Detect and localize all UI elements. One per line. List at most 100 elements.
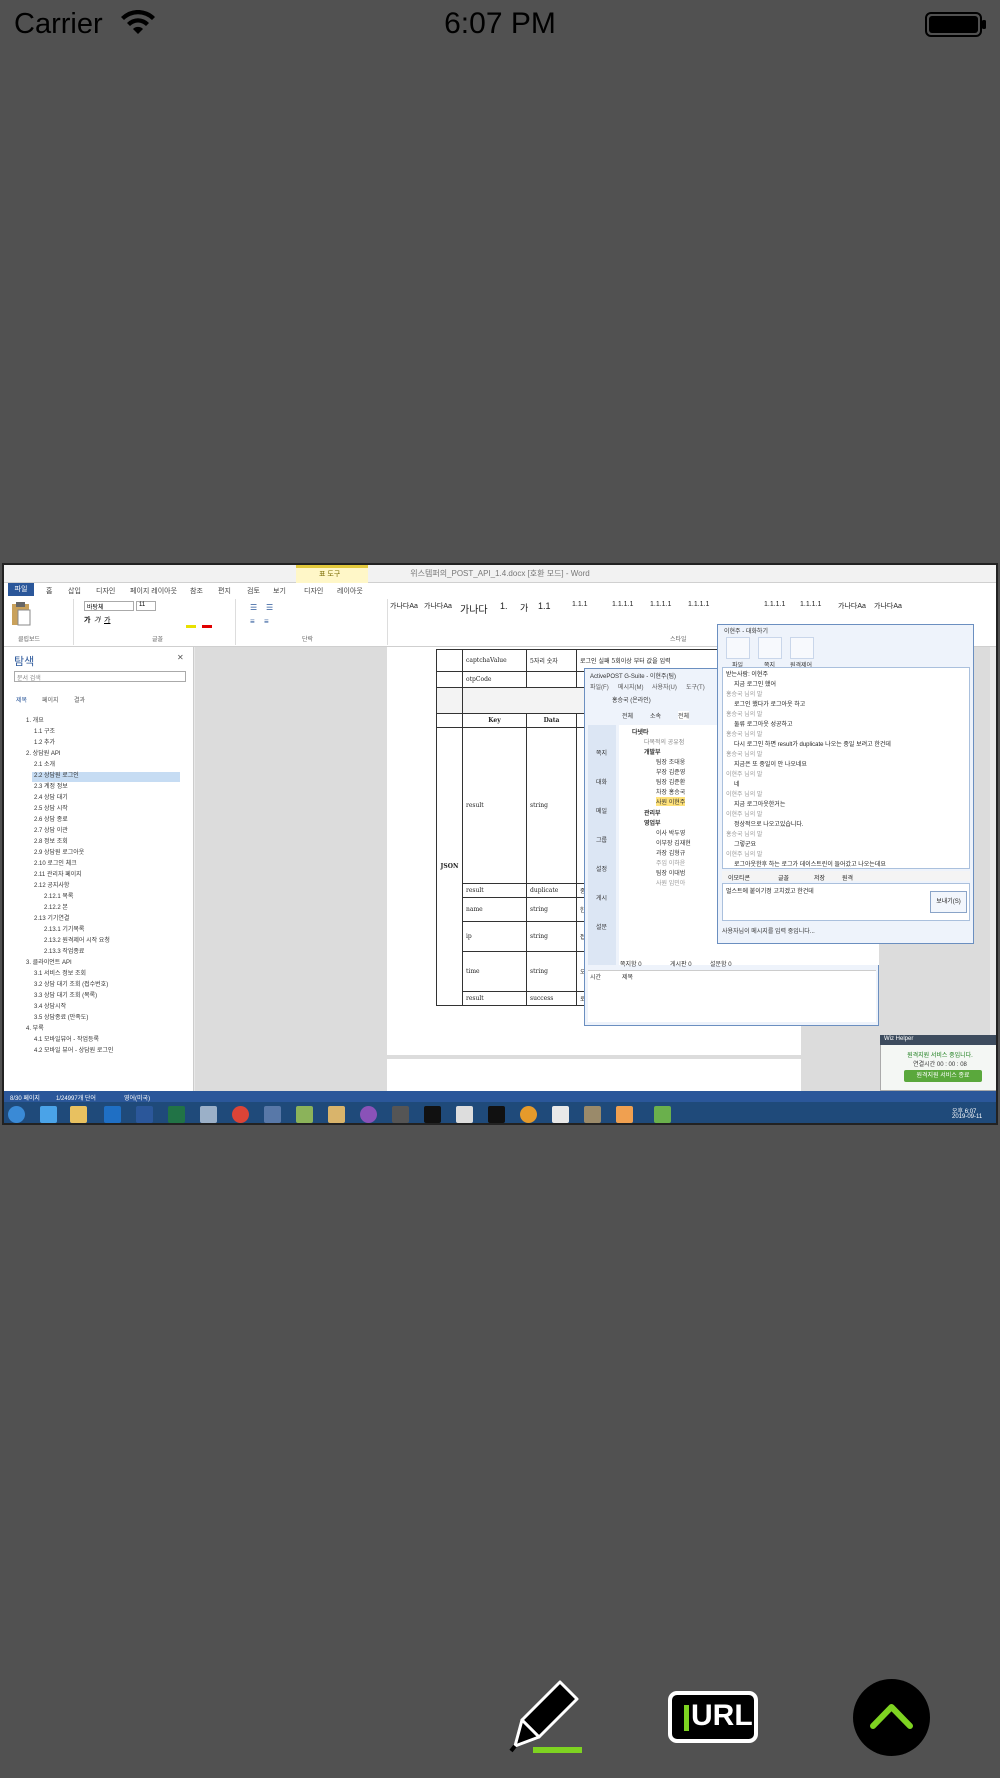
remote-button[interactable]: 원격 xyxy=(842,873,853,882)
nav-item[interactable]: 2.12.2 본 xyxy=(44,902,68,911)
table-header-cell[interactable]: Key xyxy=(462,713,527,728)
remote-control-icon[interactable] xyxy=(790,637,814,659)
table-cell[interactable]: result xyxy=(462,727,527,884)
nav-item[interactable]: 1. 개요 xyxy=(26,715,44,724)
table-cell[interactable]: name xyxy=(462,897,527,922)
nav-item[interactable]: 3. 클라이언트 API xyxy=(26,957,72,966)
nav-item[interactable]: 2.9 상담원 로그아웃 xyxy=(34,847,84,856)
style-preview-5[interactable]: 가 xyxy=(520,601,528,614)
style-preview-11[interactable]: 1.1.1.1 xyxy=(764,601,785,608)
file-send-icon[interactable] xyxy=(726,637,750,659)
activepost-side-button[interactable]: 설문 xyxy=(596,922,607,931)
font-size-select[interactable]: 11 xyxy=(136,601,156,611)
style-preview-6[interactable]: 1.1 xyxy=(538,601,551,611)
activepost-menu-message[interactable]: 메시지(M) xyxy=(618,682,644,691)
cmd-icon[interactable] xyxy=(488,1106,505,1123)
nav-item[interactable]: 2.7 상담 이관 xyxy=(34,825,68,834)
tool-icon[interactable] xyxy=(328,1106,345,1123)
bold-button[interactable]: 가 xyxy=(84,615,90,625)
nav-item[interactable]: 4. 부록 xyxy=(26,1023,44,1032)
nav-item[interactable]: 3.5 상담종료 (만족도) xyxy=(34,1012,88,1021)
tab-table-layout[interactable]: 레이아웃 xyxy=(337,586,363,596)
table-cell[interactable]: captchaValue xyxy=(462,649,527,672)
nav-item[interactable]: 2.13 기기연결 xyxy=(34,913,69,922)
underline-button[interactable]: 가 xyxy=(104,615,110,625)
table-cell[interactable]: time xyxy=(462,951,527,992)
send-button[interactable]: 보내기(S) xyxy=(930,891,967,913)
tab-page-layout[interactable]: 페이지 레이아웃 xyxy=(130,586,177,596)
activepost-side-button[interactable]: 그룹 xyxy=(596,835,607,844)
save-button[interactable]: 저장 xyxy=(814,873,825,882)
nav-item[interactable]: 1.1 구조 xyxy=(34,726,55,735)
tree-node[interactable]: 이사 박두영 xyxy=(656,828,685,837)
tree-node[interactable]: 팀장 김준환 xyxy=(656,777,685,786)
style-preview-7[interactable]: 1.1.1 xyxy=(572,601,588,608)
table-cell[interactable]: result xyxy=(462,991,527,1006)
paint-icon[interactable] xyxy=(200,1106,217,1123)
nav-item[interactable]: 2.13.2 원격제어 시작 요청 xyxy=(44,935,110,944)
table-cell[interactable]: duplicate xyxy=(526,883,577,898)
outlook-icon[interactable] xyxy=(104,1106,121,1123)
media-player-icon[interactable] xyxy=(520,1106,537,1123)
tree-node[interactable]: 팀장 이대범 xyxy=(656,868,685,877)
nav-item[interactable]: 2.1 소개 xyxy=(34,759,55,768)
excel-icon[interactable] xyxy=(168,1106,185,1123)
nav-item[interactable]: 2.5 상담 시작 xyxy=(34,803,68,812)
vs-icon[interactable] xyxy=(456,1106,473,1123)
tree-node[interactable]: 차장 홍승국 xyxy=(656,787,685,796)
activepost-tab[interactable]: 전체 xyxy=(622,711,633,720)
tab-file[interactable]: 파일 xyxy=(8,583,34,596)
terminal-icon[interactable] xyxy=(424,1106,441,1123)
url-button[interactable]: URL xyxy=(668,1691,758,1743)
tree-node[interactable]: 팀장 조대웅 xyxy=(656,757,685,766)
table-cell[interactable]: string xyxy=(526,897,577,922)
tab-insert[interactable]: 삽입 xyxy=(68,586,81,596)
network-icon[interactable] xyxy=(392,1106,409,1123)
nav-item[interactable]: 2.2 상담원 로그인 xyxy=(34,770,79,779)
nav-item[interactable]: 1.2 추가 xyxy=(34,737,55,746)
tab-references[interactable]: 참조 xyxy=(190,586,203,596)
tree-node[interactable]: 이부장 김재현 xyxy=(656,838,691,847)
table-cell[interactable]: otpCode xyxy=(462,671,527,688)
table-cell[interactable]: ip xyxy=(462,921,527,952)
style-preview-12[interactable]: 1.1.1.1 xyxy=(800,601,821,608)
table-cell[interactable]: result xyxy=(462,883,527,898)
nav-item[interactable]: 2.8 정보 조회 xyxy=(34,836,68,845)
activepost-side-button[interactable]: 게시 xyxy=(596,893,607,902)
tree-node[interactable]: 다목적의 공유점 xyxy=(644,737,684,746)
tab-mailings[interactable]: 편지 xyxy=(218,586,231,596)
tree-node[interactable]: 과장 김형규 xyxy=(656,848,685,857)
tree-node[interactable]: 다넷타 xyxy=(632,727,649,736)
nav-tab-results[interactable]: 결과 xyxy=(74,695,85,704)
activepost-tab[interactable]: 소속 xyxy=(650,711,661,720)
tree-node[interactable]: 부장 김준영 xyxy=(656,767,685,776)
nav-item[interactable]: 3.1 서비스 정보 조회 xyxy=(34,968,86,977)
nav-item[interactable]: 4.2 모바일 뷰어 - 상담원 로그인 xyxy=(34,1045,113,1054)
close-icon[interactable]: ✕ xyxy=(177,653,184,662)
font-button[interactable]: 글꼴 xyxy=(778,873,789,882)
activepost-side-button[interactable]: 쪽지 xyxy=(596,748,607,757)
activepost-counter[interactable]: 게시판 0 xyxy=(670,959,692,968)
nav-item[interactable]: 3.4 상담시작 xyxy=(34,1001,66,1010)
numbering-icon[interactable]: ☰ xyxy=(266,603,273,612)
app-icon[interactable] xyxy=(360,1106,377,1123)
taskbar-date[interactable]: 2019-09-11 xyxy=(952,1114,982,1120)
table-merged-cell[interactable]: JSON xyxy=(436,727,463,1006)
style-preview-13[interactable]: 가나다Aa xyxy=(838,601,866,611)
wiz-helper-icon[interactable] xyxy=(654,1106,671,1123)
virtualbox-icon[interactable] xyxy=(264,1106,281,1123)
bullets-icon[interactable]: ☰ xyxy=(250,603,257,612)
table-cell[interactable]: string xyxy=(526,727,577,884)
nav-item[interactable]: 2.3 계정 정보 xyxy=(34,781,68,790)
activepost-side-button[interactable]: 대화 xyxy=(596,777,607,786)
nav-item[interactable]: 2.10 로그인 체크 xyxy=(34,858,77,867)
style-preview-10[interactable]: 1.1.1.1 xyxy=(688,601,709,608)
italic-button[interactable]: 가 xyxy=(94,615,100,625)
font-name-select[interactable]: 바탕체 xyxy=(84,601,134,611)
activepost-side-button[interactable]: 메일 xyxy=(596,806,607,815)
align-center-icon[interactable]: ≡ xyxy=(264,617,269,626)
emoticon-button[interactable]: 이모티콘 xyxy=(728,873,750,882)
end-remote-service-button[interactable]: 원격지원 서비스 종료 xyxy=(904,1070,982,1082)
nav-item[interactable]: 2.4 상담 대기 xyxy=(34,792,68,801)
nav-item[interactable]: 2.6 상담 종료 xyxy=(34,814,68,823)
